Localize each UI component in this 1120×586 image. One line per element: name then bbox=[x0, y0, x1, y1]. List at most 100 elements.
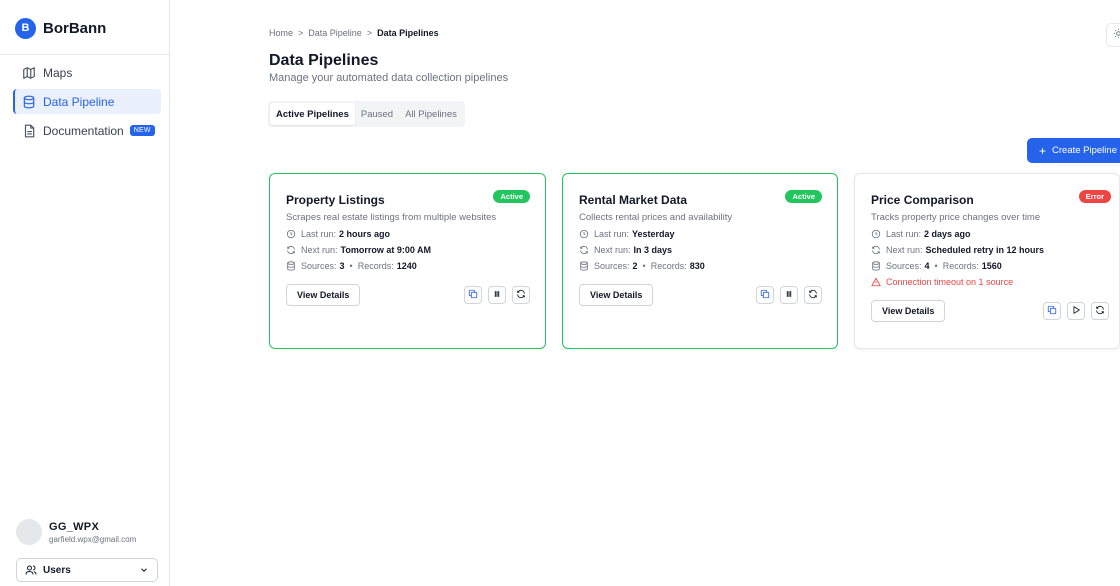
chevron-down-icon bbox=[139, 565, 149, 575]
last-run-row: Last run: 2 days ago bbox=[871, 229, 1109, 239]
last-run-row: Last run: Yesterday bbox=[579, 229, 822, 239]
last-run-label: Last run: bbox=[594, 229, 630, 239]
refresh-icon bbox=[579, 245, 589, 255]
last-run-value: Yesterday bbox=[632, 229, 675, 239]
view-details-button[interactable]: View Details bbox=[286, 284, 361, 306]
separator-dot: • bbox=[934, 261, 938, 271]
sources-value: 4 bbox=[924, 261, 930, 271]
next-run-row: Next run: In 3 days bbox=[579, 245, 822, 255]
sidebar-item-label: Maps bbox=[43, 65, 73, 80]
refresh-button[interactable] bbox=[804, 286, 822, 304]
card-description: Collects rental prices and availability bbox=[579, 212, 733, 223]
last-run-value: 2 hours ago bbox=[339, 229, 391, 239]
refresh-button[interactable] bbox=[1091, 302, 1109, 320]
copy-button[interactable] bbox=[464, 286, 482, 304]
clock-icon bbox=[871, 229, 881, 239]
card-title: Price Comparison bbox=[871, 193, 974, 207]
status-badge: Active bbox=[785, 190, 822, 203]
pause-icon bbox=[492, 286, 502, 304]
pipeline-card-price-comparison: Price Comparison Error Tracks property p… bbox=[854, 173, 1120, 349]
sources-label: Sources: bbox=[594, 261, 630, 271]
card-description: Scrapes real estate listings from multip… bbox=[286, 212, 497, 223]
sidebar-item-maps[interactable]: Maps bbox=[13, 60, 161, 85]
copy-button[interactable] bbox=[756, 286, 774, 304]
error-message: Connection timeout on 1 source bbox=[886, 277, 1014, 287]
sources-value: 3 bbox=[339, 261, 345, 271]
next-run-label: Next run: bbox=[301, 245, 338, 255]
users-icon bbox=[25, 564, 37, 576]
copy-icon bbox=[1047, 302, 1057, 320]
warning-icon bbox=[871, 277, 881, 287]
copy-icon bbox=[760, 286, 770, 304]
database-icon bbox=[871, 261, 881, 271]
new-badge: NEW bbox=[129, 125, 155, 136]
view-details-button[interactable]: View Details bbox=[871, 300, 946, 322]
sources-value: 2 bbox=[632, 261, 638, 271]
copy-icon bbox=[468, 286, 478, 304]
sidebar: B BorBann Maps Data Pipeline Documentati… bbox=[0, 0, 170, 586]
user-email: garfield.wpx@gmail.com bbox=[49, 534, 137, 544]
error-message-row: Connection timeout on 1 source bbox=[871, 277, 1109, 287]
plus-icon: + bbox=[1039, 143, 1047, 158]
breadcrumb-separator: > bbox=[298, 28, 304, 38]
view-details-button[interactable]: View Details bbox=[579, 284, 654, 306]
page-title: Data Pipelines bbox=[269, 52, 379, 69]
sidebar-item-label: Documentation bbox=[43, 123, 124, 138]
breadcrumb-home[interactable]: Home bbox=[269, 28, 293, 38]
refresh-icon bbox=[808, 286, 818, 304]
next-run-row: Next run: Tomorrow at 9:00 AM bbox=[286, 245, 530, 255]
last-run-label: Last run: bbox=[301, 229, 337, 239]
users-select[interactable]: Users bbox=[16, 558, 158, 582]
records-value: 1240 bbox=[396, 261, 417, 271]
copy-button[interactable] bbox=[1043, 302, 1061, 320]
pause-button[interactable] bbox=[488, 286, 506, 304]
sidebar-nav: Maps Data Pipeline Documentation NEW bbox=[13, 60, 161, 147]
map-icon bbox=[22, 66, 36, 80]
sidebar-item-label: Data Pipeline bbox=[43, 94, 115, 109]
play-button[interactable] bbox=[1067, 302, 1085, 320]
refresh-button[interactable] bbox=[512, 286, 530, 304]
database-icon bbox=[579, 261, 589, 271]
next-run-label: Next run: bbox=[594, 245, 631, 255]
pipeline-tabs: Active Pipelines Paused All Pipelines bbox=[268, 101, 465, 127]
clock-icon bbox=[579, 229, 589, 239]
sources-row: Sources: 3 • Records: 1240 bbox=[286, 261, 530, 271]
next-run-value: Scheduled retry in 12 hours bbox=[925, 245, 1045, 255]
sidebar-item-data-pipeline[interactable]: Data Pipeline bbox=[13, 89, 161, 114]
user-profile[interactable]: GG_WPX garfield.wpx@gmail.com bbox=[16, 519, 136, 545]
refresh-icon bbox=[1095, 302, 1105, 320]
pause-icon bbox=[784, 286, 794, 304]
breadcrumb: Home > Data Pipeline > Data Pipelines bbox=[269, 28, 439, 38]
refresh-icon bbox=[286, 245, 296, 255]
users-select-label: Users bbox=[43, 564, 71, 576]
brand[interactable]: B BorBann bbox=[15, 15, 106, 41]
theme-toggle-button[interactable] bbox=[1106, 23, 1120, 47]
refresh-icon bbox=[871, 245, 881, 255]
refresh-icon bbox=[516, 286, 526, 304]
last-run-label: Last run: bbox=[886, 229, 922, 239]
create-pipeline-label: Create Pipeline bbox=[1052, 145, 1117, 156]
pause-button[interactable] bbox=[780, 286, 798, 304]
tab-active-pipelines[interactable]: Active Pipelines bbox=[270, 103, 355, 125]
sidebar-item-documentation[interactable]: Documentation NEW bbox=[13, 118, 161, 143]
breadcrumb-data-pipeline[interactable]: Data Pipeline bbox=[308, 28, 362, 38]
page-subtitle: Manage your automated data collection pi… bbox=[269, 72, 509, 84]
database-icon bbox=[286, 261, 296, 271]
next-run-value: Tomorrow at 9:00 AM bbox=[340, 245, 432, 255]
records-value: 830 bbox=[689, 261, 705, 271]
status-badge: Error bbox=[1078, 190, 1111, 203]
sidebar-divider bbox=[0, 54, 170, 55]
create-pipeline-button[interactable]: + Create Pipeline bbox=[1027, 138, 1120, 163]
database-icon bbox=[22, 95, 36, 109]
brand-logo: B bbox=[15, 17, 36, 39]
status-badge: Active bbox=[493, 190, 530, 203]
tab-all-pipelines[interactable]: All Pipelines bbox=[399, 103, 463, 125]
records-label: Records: bbox=[650, 261, 687, 271]
sources-row: Sources: 2 • Records: 830 bbox=[579, 261, 822, 271]
play-icon bbox=[1071, 302, 1081, 320]
brand-name: BorBann bbox=[43, 19, 107, 37]
next-run-label: Next run: bbox=[886, 245, 923, 255]
sources-row: Sources: 4 • Records: 1560 bbox=[871, 261, 1109, 271]
tab-paused[interactable]: Paused bbox=[355, 103, 399, 125]
breadcrumb-separator: > bbox=[366, 28, 373, 38]
